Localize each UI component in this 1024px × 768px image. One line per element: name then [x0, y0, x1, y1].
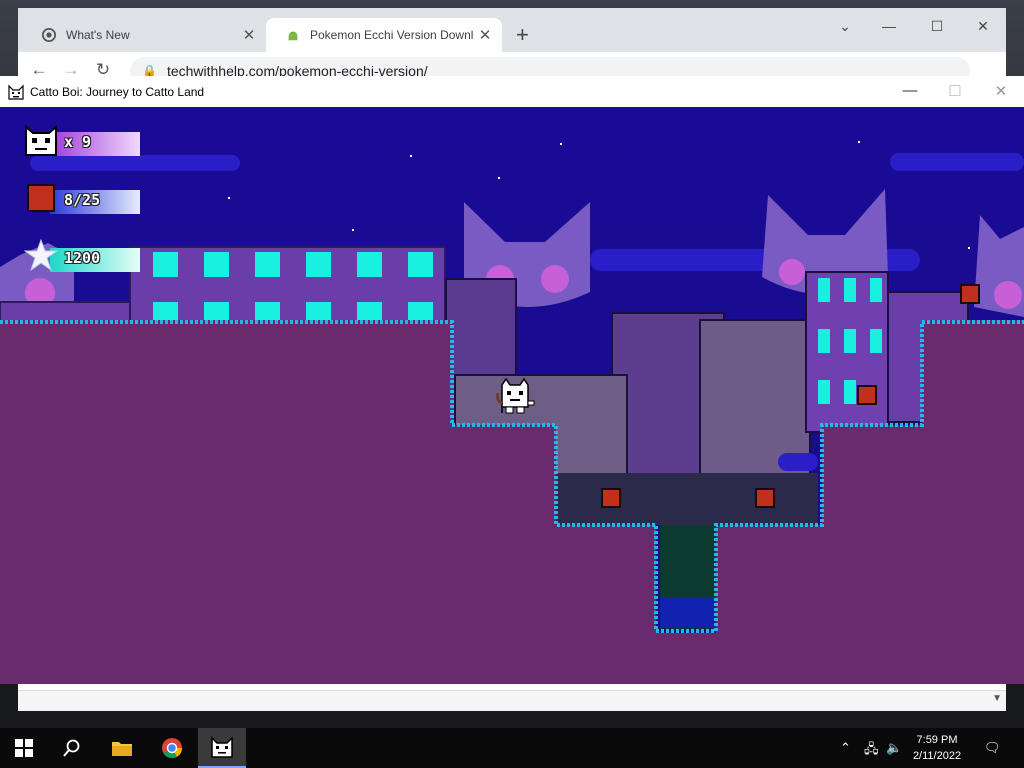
notifications-icon[interactable]: 🗨 [984, 740, 1001, 756]
start-button[interactable] [0, 728, 48, 768]
cloud [778, 453, 818, 471]
volume-muted-icon[interactable]: 🔈 [886, 740, 902, 756]
tab-whats-new[interactable]: What's New ✕ [22, 18, 266, 52]
search-button[interactable] [48, 728, 96, 768]
new-tab-button[interactable]: + [516, 22, 529, 48]
windows-icon [15, 739, 33, 757]
show-hidden-icons[interactable]: ⌃ [840, 740, 851, 756]
hud-lives: x 9 [24, 124, 142, 156]
hud-score: 1200 [24, 239, 142, 272]
minimize-browser-button[interactable]: — [874, 18, 904, 34]
game-window: Catto Boi: Journey to Catto Land — ☐ ✕ x… [0, 76, 1024, 684]
tab-strip: What's New ✕ Pokemon Ecchi Version Downl… [18, 8, 1006, 52]
building [0, 301, 131, 323]
tab-pokemon-ecchi[interactable]: Pokemon Ecchi Version Downloa ✕ [266, 18, 502, 52]
page-scrollbar[interactable]: ▼ [18, 690, 1006, 711]
tab-search-icon[interactable]: ⌄ [830, 18, 860, 35]
file-explorer-button[interactable] [98, 728, 146, 768]
water [660, 597, 716, 627]
crates-count: 8/25 [64, 191, 101, 209]
crate [960, 284, 980, 304]
game-titlebar: Catto Boi: Journey to Catto Land — ☐ ✕ [0, 76, 1024, 107]
catto-app-icon [211, 736, 233, 758]
level-canvas [0, 107, 1024, 684]
android-icon [288, 31, 298, 41]
chrome-taskbar-button[interactable] [148, 728, 196, 768]
chrome-icon [162, 738, 183, 759]
clock[interactable]: 7:59 PM 2/11/2022 [904, 732, 970, 764]
maximize-browser-button[interactable]: ☐ [922, 18, 952, 35]
crate-icon [27, 184, 55, 212]
star-icon [24, 239, 58, 272]
crate [857, 385, 877, 405]
clock-date: 2/11/2022 [912, 750, 962, 762]
taskbar: ⌃ 🖧 🔈 7:59 PM 2/11/2022 🗨 [0, 728, 1024, 768]
close-tab-icon[interactable]: ✕ [474, 26, 496, 44]
network-icon[interactable]: 🖧 [864, 740, 879, 762]
search-icon [63, 739, 80, 757]
pit-ledge [556, 473, 818, 525]
scroll-down-icon[interactable]: ▼ [992, 693, 1002, 704]
game-scene[interactable]: x 9 8/25 1200 [0, 107, 1024, 684]
tab-title: What's New [66, 28, 130, 42]
minimize-game-button[interactable]: — [890, 82, 930, 99]
maximize-game-button[interactable]: ☐ [935, 82, 975, 100]
tab-title: Pokemon Ecchi Version Downloa [310, 28, 474, 42]
folder-icon [112, 742, 132, 756]
hud-crates: 8/25 [24, 184, 142, 214]
cat-face-icon [25, 124, 57, 156]
crate [755, 488, 775, 508]
score-value: 1200 [64, 249, 101, 267]
close-game-button[interactable]: ✕ [981, 82, 1021, 100]
close-tab-icon[interactable]: ✕ [238, 26, 260, 44]
lives-count: x 9 [64, 133, 92, 151]
close-browser-button[interactable]: ✕ [968, 18, 998, 35]
game-window-title: Catto Boi: Journey to Catto Land [30, 84, 205, 99]
crate [601, 488, 621, 508]
chrome-icon [42, 28, 56, 42]
clock-time: 7:59 PM [916, 734, 958, 746]
catto-taskbar-button[interactable] [198, 728, 246, 768]
catto-app-icon [8, 84, 24, 100]
